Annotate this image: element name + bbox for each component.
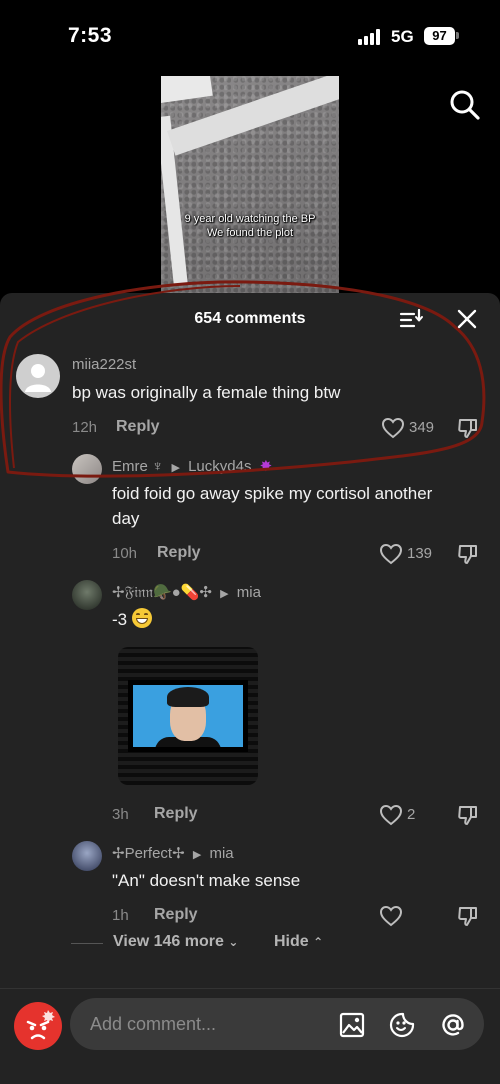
avatar[interactable] (72, 841, 102, 871)
comment-text: bp was originally a female thing btw (72, 383, 341, 402)
heart-icon (379, 905, 403, 927)
reply-arrow-icon: ▶ (192, 849, 202, 861)
username-text: ✢𝔉𝔦𝔫𝔫🪖●💊✣ (112, 584, 212, 601)
at-sign-icon (442, 1014, 464, 1036)
comment-text: "An" doesn't make sense (112, 871, 301, 890)
comment-time: 1h (112, 907, 129, 924)
like-button[interactable] (379, 905, 403, 927)
comment-username[interactable]: ✢𝔉𝔦𝔫𝔫🪖●💊✣ ▶ mia (112, 583, 261, 601)
reply-button[interactable]: Reply (157, 544, 201, 562)
comment-username[interactable]: miia222st (72, 356, 136, 373)
composer-divider (0, 988, 500, 989)
image-attach-button[interactable] (338, 1011, 366, 1039)
angry-face-icon (26, 1010, 55, 1040)
purple-splat-icon: ✸ (259, 458, 273, 475)
battery-icon: 97 (424, 27, 455, 45)
status-time: 7:53 (68, 24, 113, 47)
heart-icon (381, 417, 405, 439)
reply-button[interactable]: Reply (116, 418, 160, 436)
comment-time: 3h (112, 806, 129, 823)
thumbs-down-icon (458, 545, 477, 564)
dislike-button[interactable] (457, 804, 479, 826)
reply-to-username[interactable]: mia (209, 845, 233, 862)
avatar[interactable] (16, 354, 60, 398)
heart-icon (379, 543, 403, 565)
comment-item: miia222st bp was originally a female thi… (0, 293, 500, 453)
comment-time: 12h (72, 419, 98, 436)
gif-inner (128, 680, 248, 752)
comment-time: 10h (112, 545, 138, 562)
hide-label: Hide (274, 933, 309, 950)
comment-text: foid foid go away spike my cortisol anot… (112, 484, 433, 528)
reply-arrow-icon: ▶ (220, 588, 229, 600)
reply-to-username[interactable]: Luckyd4s (188, 458, 251, 475)
reply-button[interactable]: Reply (154, 805, 198, 823)
thumbs-down-icon (458, 806, 477, 825)
comment-username[interactable]: Emre ♆ ▶ Luckyd4s ✸ (112, 457, 272, 475)
signal-icon (358, 29, 384, 45)
comment-text-value: -3 (112, 610, 128, 629)
mention-button[interactable] (439, 1011, 467, 1039)
battery-nub (456, 32, 459, 39)
gif-person-hair (167, 687, 209, 707)
like-button[interactable] (379, 804, 403, 826)
dislike-button[interactable] (457, 905, 479, 927)
video-caption-line: 9 year old watching the BP (184, 213, 316, 225)
like-button[interactable] (379, 543, 403, 565)
video-caption-line: We found the plot (206, 227, 294, 239)
chevron-up-icon: ⌃ (313, 935, 324, 949)
search-icon (450, 90, 480, 120)
like-count: 349 (409, 419, 435, 436)
view-more-replies-button[interactable]: View 146 more ⌄ (113, 933, 238, 951)
network-type: 5G (391, 27, 414, 46)
comments-sheet: 654 comments miia222st bp was originally… (0, 293, 500, 1084)
search-button[interactable] (448, 88, 482, 122)
default-avatar-icon (25, 364, 51, 392)
username-text: ✢Perfect✢ (112, 845, 185, 862)
reply-arrow-icon: ▶ (171, 462, 180, 474)
my-avatar[interactable] (14, 1002, 62, 1050)
reply-to-username[interactable]: mia (237, 584, 261, 601)
reply-button[interactable]: Reply (154, 906, 198, 924)
chevron-down-icon: ⌄ (228, 935, 239, 949)
comment-input-container[interactable] (70, 998, 484, 1050)
comment-input[interactable] (90, 1012, 320, 1036)
avatar[interactable] (72, 454, 102, 484)
like-button[interactable] (381, 417, 405, 439)
view-more-label: View 146 more (113, 933, 224, 950)
emoji-sticker-icon (389, 1012, 415, 1038)
grin-emoji-icon (131, 608, 152, 628)
dislike-button[interactable] (457, 417, 479, 439)
comment-text: -3 (112, 607, 152, 632)
avatar[interactable] (72, 580, 102, 610)
image-icon (339, 1012, 365, 1038)
thumbs-down-icon (458, 907, 477, 926)
comment-username[interactable]: ✢Perfect✢ ▶ mia (112, 844, 234, 862)
gif-photo (133, 685, 243, 747)
gif-attachment[interactable] (118, 647, 258, 785)
like-count: 2 (407, 806, 416, 823)
emoji-button[interactable] (388, 1011, 416, 1039)
heart-icon (379, 804, 403, 826)
divider-line (71, 943, 103, 944)
like-count: 139 (407, 545, 433, 562)
video-thumbnail[interactable]: 9 year old watching the BP We found the … (161, 76, 339, 294)
hide-replies-button[interactable]: Hide ⌃ (274, 933, 323, 951)
thumbs-down-icon (458, 419, 477, 438)
dislike-button[interactable] (457, 543, 479, 565)
video-caption: 9 year old watching the BP We found the … (161, 212, 339, 240)
username-text: Emre ♆ (112, 458, 164, 475)
status-bar: 7:53 5G 97 (0, 0, 500, 74)
